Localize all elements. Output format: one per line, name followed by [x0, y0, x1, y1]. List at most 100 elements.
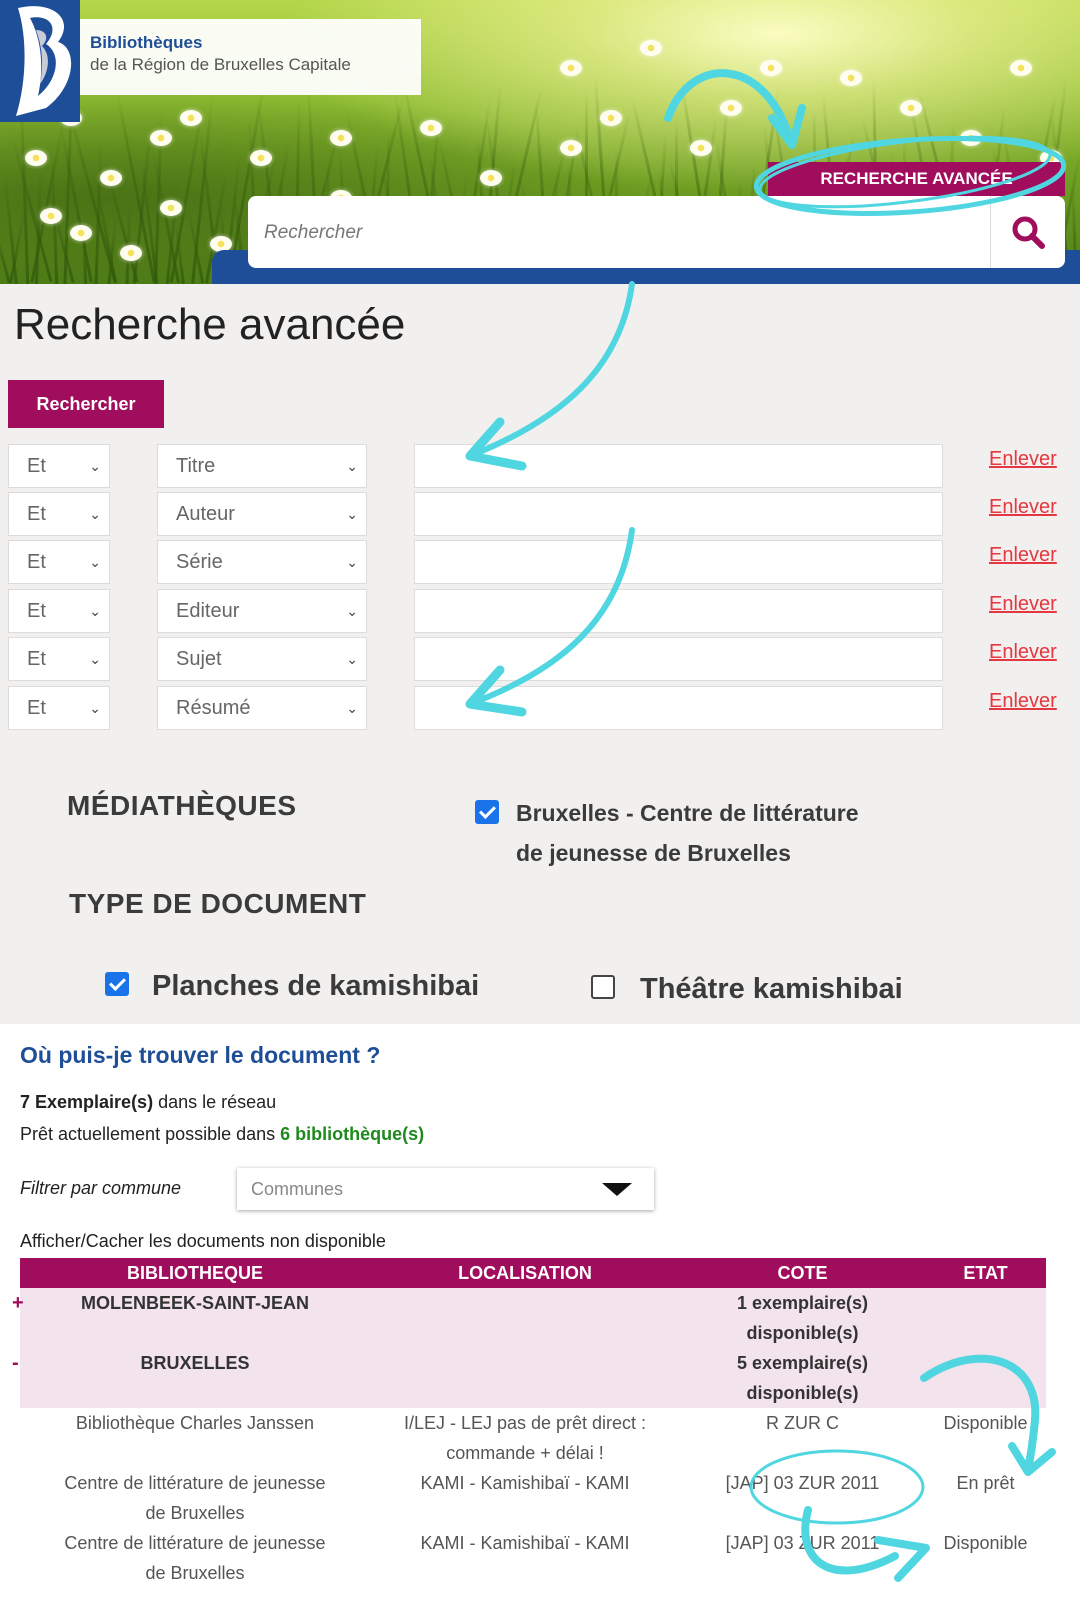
group-availability-2: disponible(s): [746, 1383, 859, 1403]
table-header-row: BIBLIOTHEQUE LOCALISATION COTE ETAT: [20, 1258, 1046, 1288]
field-select[interactable]: Editeur ⌄: [157, 589, 367, 633]
remove-criterion-link[interactable]: Enlever: [989, 593, 1057, 616]
flower-decoration: [40, 208, 62, 224]
doctype-checkbox-theatre[interactable]: [591, 975, 615, 999]
field-select[interactable]: Titre ⌄: [157, 444, 367, 488]
col-header-library[interactable]: BIBLIOTHEQUE: [20, 1258, 370, 1288]
flower-decoration: [70, 225, 92, 241]
flower-decoration: [420, 120, 442, 136]
doctype-label-theatre: Théâtre kamishibai: [640, 973, 903, 1005]
group-name: MOLENBEEK-SAINT-JEAN: [80, 1293, 309, 1313]
criterion-text-input[interactable]: [414, 444, 943, 488]
field-value: Auteur: [176, 503, 235, 525]
flower-decoration: [180, 110, 202, 126]
item-location-line: KAMI - Kamishibaï - KAMI: [420, 1533, 630, 1553]
flower-decoration: [840, 70, 862, 86]
criterion-text-input[interactable]: [414, 686, 943, 730]
criterion-text-input[interactable]: [414, 637, 943, 681]
search-icon: [1012, 216, 1045, 249]
criterion-text-input[interactable]: [414, 492, 943, 536]
chevron-down-icon: ⌄: [346, 603, 358, 619]
chevron-down-icon: ⌄: [346, 651, 358, 667]
remove-criterion-link[interactable]: Enlever: [989, 496, 1057, 519]
chevron-down-icon: ⌄: [89, 554, 101, 570]
loans-count: 6 bibliothèque(s): [280, 1124, 425, 1144]
commune-select[interactable]: Communes: [237, 1168, 654, 1210]
expand-toggle-icon[interactable]: -: [12, 1348, 19, 1378]
item-location-line: I/LEJ - LEJ pas de prêt direct :: [403, 1413, 647, 1433]
operator-value: Et: [27, 697, 46, 719]
brand-name[interactable]: Bibliothèques de la Région de Bruxelles …: [80, 19, 421, 95]
col-header-cote[interactable]: COTE: [680, 1258, 925, 1288]
field-value: Titre: [176, 455, 216, 477]
operator-select[interactable]: Et ⌄: [8, 637, 110, 681]
chevron-down-icon: ⌄: [89, 700, 101, 716]
mediatheques-heading: MÉDIATHÈQUES: [67, 790, 297, 821]
search-submit-button[interactable]: Rechercher: [8, 380, 164, 428]
item-library-line: Centre de littérature de jeunesse: [64, 1533, 326, 1553]
library-checkbox[interactable]: [475, 800, 499, 824]
copies-summary: 7 Exemplaire(s) dans le réseau: [20, 1092, 276, 1113]
loans-prefix: Prêt actuellement possible dans: [20, 1124, 281, 1144]
table-row: Centre de littérature de jeunesse de Brux…: [20, 1528, 1046, 1588]
col-header-location[interactable]: LOCALISATION: [370, 1258, 680, 1288]
field-select[interactable]: Série ⌄: [157, 540, 367, 584]
col-header-state[interactable]: ETAT: [925, 1258, 1046, 1288]
brand-title: Bibliothèques: [90, 33, 203, 52]
holdings-table: BIBLIOTHEQUE LOCALISATION COTE ETAT + MOL…: [12, 1258, 1046, 1588]
group-name: BRUXELLES: [140, 1353, 250, 1373]
item-state: Disponible: [943, 1413, 1028, 1433]
operator-value: Et: [27, 551, 46, 573]
expand-toggle-icon[interactable]: +: [12, 1288, 24, 1318]
criterion-text-input[interactable]: [414, 589, 943, 633]
library-logo-icon: [16, 6, 72, 116]
search-input[interactable]: [248, 196, 1006, 270]
logo[interactable]: [0, 0, 80, 122]
flower-decoration: [1010, 60, 1032, 76]
item-cote: R ZUR C: [766, 1413, 839, 1433]
toggle-unavailable-link[interactable]: Afficher/Cacher les documents non dispon…: [20, 1231, 386, 1252]
criterion-text-input[interactable]: [414, 540, 943, 584]
field-value: Editeur: [176, 600, 240, 622]
flower-decoration: [720, 100, 742, 116]
library-group-row[interactable]: - BRUXELLES 5 exemplaire(s) disponible(s): [12, 1348, 1046, 1408]
availability-title: Où puis-je trouver le document ?: [20, 1042, 381, 1068]
field-value: Série: [176, 551, 223, 573]
flower-decoration: [25, 150, 47, 166]
commune-select-value: Communes: [251, 1179, 344, 1199]
library-option-label-line2: de jeunesse de Bruxelles: [516, 840, 791, 866]
flower-decoration: [330, 130, 352, 146]
chevron-down-icon: ⌄: [346, 506, 358, 522]
chevron-down-icon: ⌄: [89, 506, 101, 522]
group-state-cell: [925, 1288, 1046, 1348]
doctype-heading: TYPE DE DOCUMENT: [69, 888, 367, 919]
header-banner: Bibliothèques de la Région de Bruxelles …: [0, 0, 1080, 284]
flower-decoration: [600, 110, 622, 126]
item-location-line: commande + délai !: [446, 1443, 604, 1463]
advanced-search-tab[interactable]: RECHERCHE AVANCÉE: [768, 162, 1065, 196]
item-library-line: de Bruxelles: [145, 1503, 245, 1523]
search-button[interactable]: [990, 196, 1065, 268]
field-select[interactable]: Auteur ⌄: [157, 492, 367, 536]
operator-select[interactable]: Et ⌄: [8, 492, 110, 536]
availability-section: Où puis-je trouver le document ? 7 Exemp…: [0, 1024, 1080, 1620]
library-option-label-line1: Bruxelles - Centre de littérature: [516, 800, 859, 826]
remove-criterion-link[interactable]: Enlever: [989, 544, 1057, 567]
remove-criterion-link[interactable]: Enlever: [989, 690, 1057, 713]
field-select[interactable]: Résumé ⌄: [157, 686, 367, 730]
operator-select[interactable]: Et ⌄: [8, 686, 110, 730]
library-group-row[interactable]: + MOLENBEEK-SAINT-JEAN 1 exemplaire(s) disp…: [12, 1288, 1046, 1348]
copies-suffix: dans le réseau: [153, 1092, 277, 1112]
filter-label: Filtrer par commune: [20, 1178, 182, 1198]
remove-criterion-link[interactable]: Enlever: [989, 448, 1057, 471]
item-library-line: Bibliothèque Charles Janssen: [75, 1413, 315, 1433]
field-value: Résumé: [176, 697, 251, 719]
field-select[interactable]: Sujet ⌄: [157, 637, 367, 681]
operator-select[interactable]: Et ⌄: [8, 540, 110, 584]
page-title: Recherche avancée: [14, 300, 406, 349]
operator-select[interactable]: Et ⌄: [8, 589, 110, 633]
flower-decoration: [100, 170, 122, 186]
operator-select[interactable]: Et ⌄: [8, 444, 110, 488]
doctype-checkbox-planches[interactable]: [105, 972, 129, 996]
remove-criterion-link[interactable]: Enlever: [989, 641, 1057, 664]
